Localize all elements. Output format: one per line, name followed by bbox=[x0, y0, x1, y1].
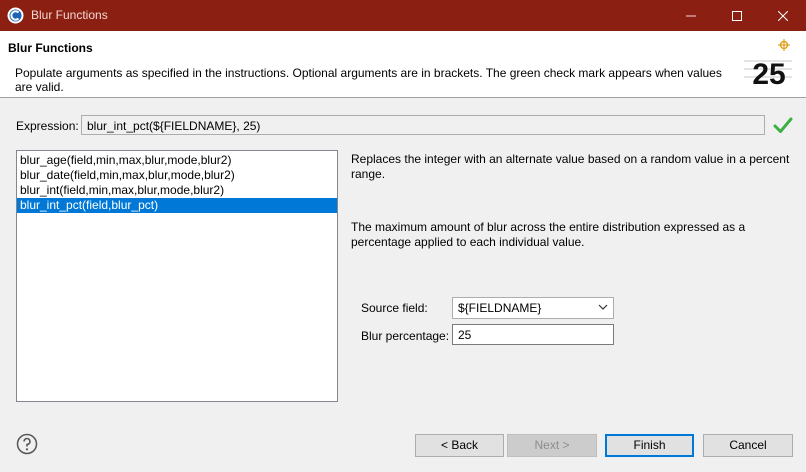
maximize-button[interactable] bbox=[714, 0, 760, 31]
function-item-blur-date[interactable]: blur_date(field,min,max,blur,mode,blur2) bbox=[17, 168, 337, 183]
blur-percentage-input[interactable]: 25 bbox=[452, 324, 614, 345]
title-bar: Blur Functions bbox=[0, 0, 806, 31]
finish-button[interactable]: Finish bbox=[605, 434, 694, 457]
function-list[interactable]: blur_age(field,min,max,blur,mode,blur2) … bbox=[16, 150, 338, 402]
valid-check-icon bbox=[773, 117, 793, 133]
chevron-down-icon bbox=[598, 304, 608, 310]
wizard-title: Blur Functions bbox=[8, 41, 93, 55]
source-field-select[interactable]: ${FIELDNAME} bbox=[452, 297, 614, 319]
help-icon[interactable] bbox=[16, 433, 38, 455]
close-window-button[interactable] bbox=[760, 0, 806, 31]
blur-percentage-label: Blur percentage: bbox=[361, 329, 450, 343]
wizard-banner-number: 25 bbox=[752, 58, 785, 89]
function-item-blur-age[interactable]: blur_age(field,min,max,blur,mode,blur2) bbox=[17, 153, 337, 168]
wizard-banner-image: 25 bbox=[744, 39, 792, 89]
function-description: Replaces the integer with an alternate v… bbox=[351, 152, 790, 181]
minimize-button[interactable] bbox=[668, 0, 714, 31]
app-logo-icon bbox=[7, 7, 24, 24]
window-title: Blur Functions bbox=[31, 8, 108, 22]
next-button[interactable]: Next > bbox=[507, 434, 597, 457]
source-field-label: Source field: bbox=[361, 301, 428, 315]
argument-help-text: The maximum amount of blur across the en… bbox=[351, 220, 746, 249]
function-item-blur-int-pct[interactable]: blur_int_pct(field,blur_pct) bbox=[17, 198, 337, 213]
wizard-banner: Blur Functions Populate arguments as spe… bbox=[0, 31, 806, 98]
minimize-icon bbox=[686, 15, 696, 16]
back-button[interactable]: < Back bbox=[415, 434, 504, 457]
close-icon bbox=[778, 10, 788, 21]
expression-label: Expression: bbox=[16, 119, 79, 133]
wizard-description: Populate arguments as specified in the i… bbox=[15, 66, 722, 94]
cancel-button[interactable]: Cancel bbox=[703, 434, 793, 457]
maximize-icon bbox=[732, 10, 742, 21]
source-field-value: ${FIELDNAME} bbox=[458, 301, 542, 315]
function-item-blur-int[interactable]: blur_int(field,min,max,blur,mode,blur2) bbox=[17, 183, 337, 198]
expression-field[interactable]: blur_int_pct(${FIELDNAME}, 25) bbox=[81, 115, 765, 135]
